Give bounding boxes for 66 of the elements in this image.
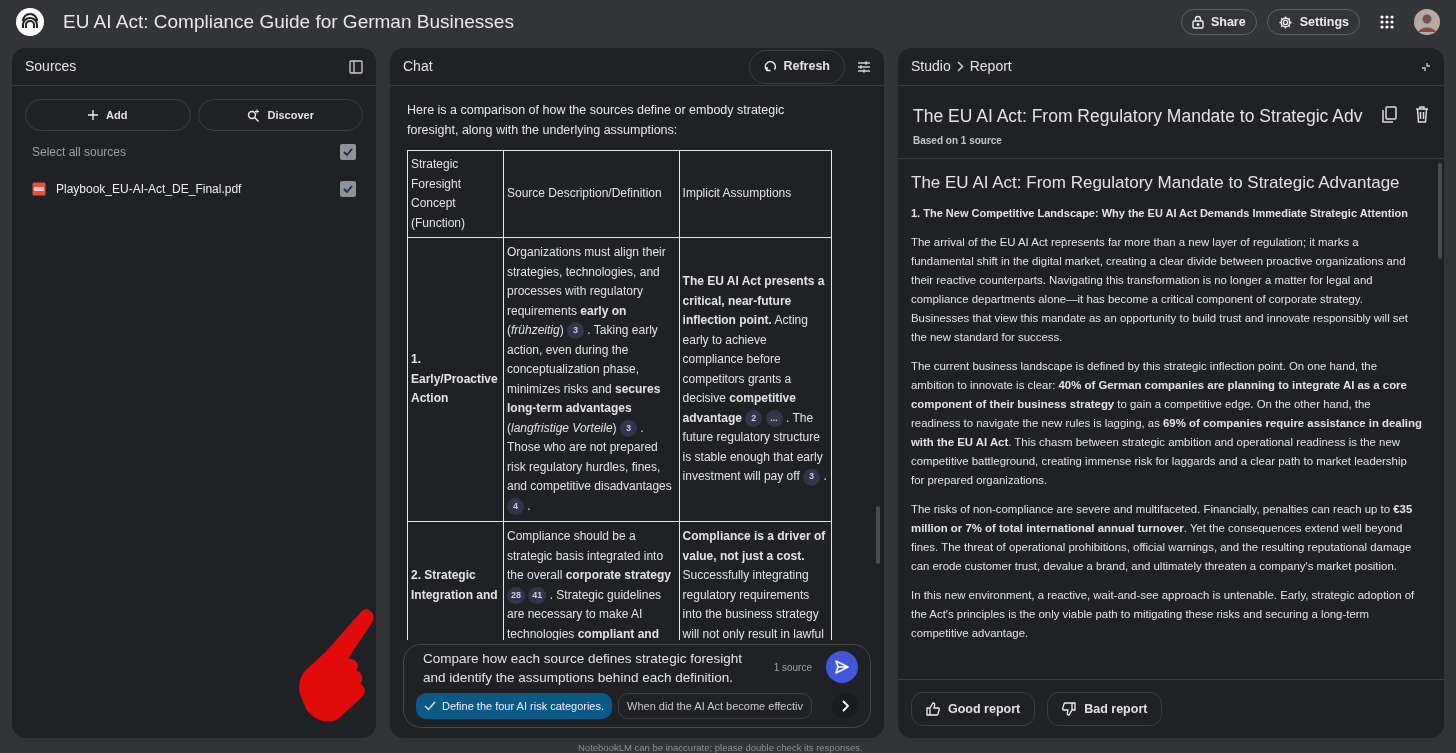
panel-title: Sources — [25, 57, 78, 76]
apps-grid-icon[interactable] — [1380, 15, 1394, 29]
copy-icon[interactable] — [1382, 106, 1397, 123]
disclaimer-text: NotebookLM can be inaccurate; please double check its responses. — [578, 741, 863, 753]
checkmark-icon — [342, 146, 354, 158]
pdf-file-icon — [32, 182, 46, 196]
report-heading: The EU AI Act: From Regulatory Mandate to Strategic Advantage — [911, 172, 1401, 195]
plus-icon — [88, 110, 99, 120]
sidebar-toggle-icon[interactable] — [349, 59, 363, 74]
good-report-button[interactable]: Good report — [911, 692, 1036, 726]
citation-badge[interactable]: 3 — [567, 322, 584, 340]
citation-badge[interactable]: 4 — [506, 497, 524, 515]
logo-icon[interactable] — [16, 8, 44, 36]
chat-input[interactable]: Compare how each source defines strategic foresight and identify the assumptions behind each definition. — [416, 649, 760, 687]
source-count: 1 source — [773, 661, 812, 675]
thumbs-down-icon — [1062, 702, 1077, 716]
refresh-icon — [764, 60, 778, 73]
report-paragraph: The risks of non-compliance are severe and multifaceted. Financially, penalties can reach up to €35 million or 7% of total international annual turnover. Yet the consequences extend well beyond fines. The threat of operational prohibitions, official warnings, and the resulting reputational damage can erode customer trust, devalue a brand, and ultimately threaten a company's market position. — [911, 502, 1414, 575]
citation-badge[interactable]: 28 — [506, 586, 525, 604]
lock-icon — [1191, 15, 1204, 29]
suggestion-chip[interactable]: When did the AI Act become effectiv — [618, 693, 812, 719]
column-header: Implicit Assumptions — [679, 150, 832, 238]
chat-response-text: Here is a comparison of how the sources define or embody strategic foresight, along with the underlying assumptions: — [407, 102, 786, 139]
report-title: The EU AI Act: From Regulatory Mandate to Strategic Adv — [913, 105, 1364, 128]
table-cell: Organizations must align their strategies, technologies, and processes with regulatory requirements early on (frühzeitig) 3 . Taking early action, even during the conceptualization phase, minimizes risks and secures long-term advantages (langfristige Vorteile) 3 . Those who are not prepared risk regulatory hurdles, fines, and competitive disadvantages 4 . — [503, 237, 680, 522]
report-paragraph: In this new environment, a reactive, wait-and-see approach is untenable. Early, strategic adoption of the Act's principles is the only viable path to mitigating these risks and securing a long-term competitive advantage. — [911, 588, 1416, 642]
chevron-right-icon — [956, 61, 964, 72]
column-header: Strategic Foresight Concept (Function) — [407, 150, 504, 238]
suggestion-chip[interactable]: Define the four AI risk categories. — [416, 693, 613, 719]
bad-report-button[interactable]: Bad report — [1047, 692, 1163, 726]
chevron-right-icon — [841, 700, 849, 712]
checkmark-icon — [342, 183, 354, 195]
scrollbar-thumb[interactable] — [1438, 163, 1442, 260]
send-button[interactable] — [826, 651, 858, 683]
tune-icon[interactable] — [857, 59, 871, 74]
avatar[interactable] — [1414, 9, 1440, 35]
citation-badge[interactable]: 2 — [745, 410, 763, 428]
column-header: Source Description/Definition — [503, 150, 680, 238]
delete-icon[interactable] — [1415, 106, 1429, 123]
breadcrumb-link[interactable]: Studio — [911, 56, 951, 77]
report-paragraph: The current business landscape is defined by this strategic inflection point. On one hand, the ambition to innovate is clear: 40% of German companies are planning to integrate AI as a core component of their business strategy to gain a competitive edge. On the other hand, the readiness to navigate the new rules is lagging, as 69% of companies require assistance in dealing with the EU AI Act. This chasm between strategic ambition and operational readiness is the new competitive battleground, creating immense risk for laggards and a clear path to market leadership for prepared organizations. — [911, 359, 1423, 489]
collapse-icon[interactable] — [1421, 61, 1431, 72]
send-icon — [834, 659, 850, 675]
report-source-count: Based on 1 source — [913, 134, 1003, 149]
citation-badge[interactable]: 41 — [528, 586, 547, 604]
panel-title: Chat — [403, 57, 434, 76]
checkbox[interactable] — [340, 144, 356, 160]
table-cell: 1. Early/Proactive Action — [407, 237, 504, 522]
checkbox[interactable] — [340, 181, 356, 197]
chat-composer[interactable]: Compare how each source defines strategic foresight and identify the assumptions behind each definition. 1 source Define the four AI risk categories. When did the AI Act become effectiv — [403, 644, 871, 728]
select-all-label: Select all sources — [32, 144, 128, 161]
next-suggestions-button[interactable] — [832, 693, 858, 719]
section-heading: 1. The New Competitive Landscape: Why the EU AI Act Demands Immediate Strategic Attention — [911, 206, 1409, 222]
scrollbar-thumb[interactable] — [876, 506, 880, 564]
breadcrumb-current: Report — [969, 57, 1013, 76]
citation-badge[interactable]: 3 — [803, 468, 821, 486]
search-sparkle-icon — [246, 108, 260, 122]
citation-badge[interactable]: 3 — [619, 419, 637, 437]
thumbs-up-icon — [926, 702, 940, 716]
settings-icon — [1277, 14, 1293, 30]
notebook-title: EU AI Act: Compliance Guide for German Businesses — [63, 9, 514, 34]
source-item[interactable]: Playbook_EU-AI-Act_DE_Final.pdf — [56, 180, 340, 198]
table-cell: The EU AI Act presents a critical, near-future inflection point. Acting early to achieve compliance before competitors grants a decisive competitive advantage 2 ... . The future regulatory structure is stable enough that early investment will pay off 3 . — [679, 237, 832, 522]
report-paragraph: The arrival of the EU AI Act represents far more than a new layer of regulation; it marks a fundamental shift in the digital market, creating a clear divide between proactive organizations and their reactive counterparts. Navigating this transformation is no longer a matter for legal and compliance departments alone—it has become a critical component of corporate strategy. Businesses that view this mandate as an opportunity to build trust and innovate responsibly will set the new standard for success. — [911, 235, 1410, 346]
check-icon — [424, 701, 436, 711]
citation-badge[interactable]: ... — [765, 410, 783, 428]
